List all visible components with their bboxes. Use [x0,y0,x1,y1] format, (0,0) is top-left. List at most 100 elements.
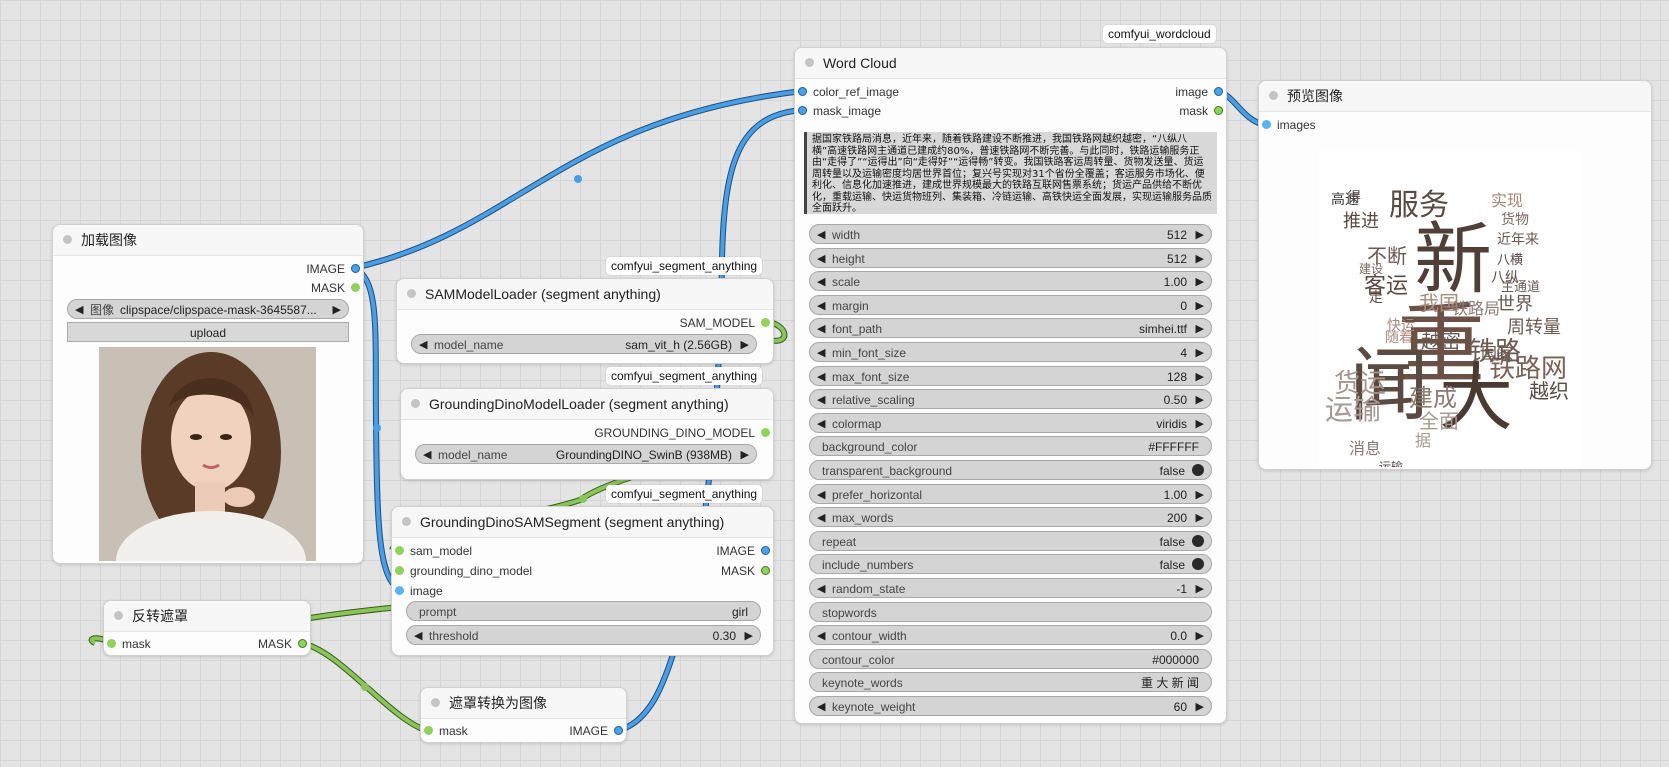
arrow-right-icon[interactable]: ▶ [1196,343,1204,363]
input-dot-icon[interactable] [395,546,404,555]
output-dot-icon[interactable] [1214,106,1223,115]
node-title[interactable]: GroundingDinoSAMSegment (segment anythin… [392,507,773,538]
arrow-left-icon[interactable]: ◀ [817,343,825,363]
arrow-right-icon[interactable]: ▶ [745,626,753,646]
node-title[interactable]: 遮罩转换为图像 [421,688,626,719]
input-dot-icon[interactable] [107,639,116,648]
arrow-left-icon[interactable]: ◀ [75,300,83,320]
node-title[interactable]: Word Cloud [795,48,1226,79]
link-midpoint[interactable] [373,424,381,432]
widget-width[interactable]: ◀ width 512 ▶ [809,224,1212,244]
text-input[interactable]: 据国家铁路局消息，近年来，随着铁路建设不断推进，我国铁路网越织越密，“八纵八横”… [804,132,1217,214]
preview-image-node[interactable]: 预览图像 images 新重闻大服务 铁路网 运输 铁路 建成 货运 客运 不断 推进 我国 世界周… [1258,80,1652,470]
input-images[interactable]: images [1259,117,1316,133]
link-midpoint[interactable] [361,683,369,691]
input-dot-icon[interactable] [798,106,807,115]
dino-model-name-selector[interactable]: ◀ model_name GroundingDINO_SwinB (938MB)… [415,444,757,464]
input-dot-icon[interactable] [798,87,807,96]
arrow-left-icon[interactable]: ◀ [817,296,825,316]
arrow-right-icon[interactable]: ▶ [333,300,341,320]
output-dot-icon[interactable] [761,428,770,437]
load-image-node[interactable]: 加载图像 IMAGE MASK ◀ 图像 clipspace/clipspace… [52,224,364,564]
input-mask-image[interactable]: mask_image [795,103,881,119]
arrow-left-icon[interactable]: ◀ [817,508,825,528]
toggle-icon[interactable] [1192,464,1204,476]
output-dot-icon[interactable] [351,264,360,273]
arrow-left-icon[interactable]: ◀ [817,319,825,339]
output-dot-icon[interactable] [761,566,770,575]
widget-include-numbers[interactable]: include_numbers false [809,554,1212,575]
collapse-dot-icon[interactable] [805,58,814,67]
arrow-right-icon[interactable]: ▶ [1196,579,1204,599]
input-grounding-dino-model[interactable]: grounding_dino_model [392,563,532,579]
widget-relative-scaling[interactable]: ◀ relative_scaling 0.50 ▶ [809,389,1212,410]
arrow-right-icon[interactable]: ▶ [1196,390,1204,410]
arrow-left-icon[interactable]: ◀ [817,390,825,410]
widget-min-font-size[interactable]: ◀ min_font_size 4 ▶ [809,342,1212,362]
arrow-left-icon[interactable]: ◀ [817,485,825,505]
output-dot-icon[interactable] [1214,87,1223,96]
output-dot-icon[interactable] [761,318,770,327]
arrow-right-icon[interactable]: ▶ [1196,414,1204,434]
invert-mask-node[interactable]: 反转遮罩 mask MASK [103,600,311,656]
collapse-dot-icon[interactable] [411,399,420,408]
grounding-dino-sam-segment-node[interactable]: GroundingDinoSAMSegment (segment anythin… [391,506,774,656]
collapse-dot-icon[interactable] [63,235,72,244]
output-mask[interactable]: mask [1179,103,1226,119]
widget-height[interactable]: ◀ height 512 ▶ [809,247,1212,269]
sam-model-name-selector[interactable]: ◀ model_name sam_vit_h (2.56GB) ▶ [411,334,757,354]
arrow-left-icon[interactable]: ◀ [817,579,825,599]
image-selector[interactable]: ◀ 图像 clipspace/clipspace-mask-3645587...… [67,299,349,319]
prompt-input[interactable]: prompt girl [406,601,761,621]
widget-background-color[interactable]: background_color #FFFFFF [809,436,1212,457]
node-title[interactable]: 加载图像 [53,225,363,256]
output-image[interactable]: IMAGE [306,261,363,277]
input-mask[interactable]: mask [104,636,151,652]
upload-button[interactable]: upload [67,322,349,342]
grounding-dino-loader-node[interactable]: GroundingDinoModelLoader (segment anythi… [400,388,774,480]
collapse-dot-icon[interactable] [431,698,440,707]
arrow-left-icon[interactable]: ◀ [817,626,825,646]
node-title[interactable]: SAMModelLoader (segment anything) [397,279,773,310]
arrow-left-icon[interactable]: ◀ [817,272,825,292]
output-sam-model[interactable]: SAM_MODEL [680,315,773,331]
arrow-right-icon[interactable]: ▶ [1196,626,1204,646]
widget-scale[interactable]: ◀ scale 1.00 ▶ [809,271,1212,292]
output-image[interactable]: IMAGE [716,543,773,559]
arrow-right-icon[interactable]: ▶ [1196,485,1204,505]
collapse-dot-icon[interactable] [1269,91,1278,100]
input-sam-model[interactable]: sam_model [392,543,472,559]
output-image[interactable]: image [1175,84,1226,100]
node-title[interactable]: 预览图像 [1259,81,1651,112]
widget-max-words[interactable]: ◀ max_words 200 ▶ [809,507,1212,528]
output-dot-icon[interactable] [351,283,360,292]
widget-max-font-size[interactable]: ◀ max_font_size 128 ▶ [809,365,1212,387]
arrow-left-icon[interactable]: ◀ [817,697,825,717]
widget-transparent-background[interactable]: transparent_background false [809,460,1212,480]
widget-keynote-weight[interactable]: ◀ keynote_weight 60 ▶ [809,696,1212,716]
arrow-left-icon[interactable]: ◀ [419,335,427,355]
widget-random-state[interactable]: ◀ random_state -1 ▶ [809,578,1212,598]
collapse-dot-icon[interactable] [114,611,123,620]
threshold-input[interactable]: ◀ threshold 0.30 ▶ [406,625,761,645]
arrow-left-icon[interactable]: ◀ [423,445,431,465]
output-mask[interactable]: MASK [311,280,363,296]
widget-prefer-horizontal[interactable]: ◀ prefer_horizontal 1.00 ▶ [809,483,1212,505]
arrow-right-icon[interactable]: ▶ [1196,697,1204,717]
output-mask[interactable]: MASK [721,563,773,579]
arrow-right-icon[interactable]: ▶ [1196,296,1204,316]
mask-to-image-node[interactable]: 遮罩转换为图像 mask IMAGE [420,687,627,743]
arrow-right-icon[interactable]: ▶ [1196,249,1204,269]
arrow-right-icon[interactable]: ▶ [1196,508,1204,528]
arrow-right-icon[interactable]: ▶ [1196,225,1204,245]
node-title[interactable]: 反转遮罩 [104,601,310,632]
widget-stopwords[interactable]: stopwords [809,601,1212,622]
widget-repeat[interactable]: repeat false [809,530,1212,551]
output-dot-icon[interactable] [614,726,623,735]
arrow-right-icon[interactable]: ▶ [1196,367,1204,387]
arrow-left-icon[interactable]: ◀ [414,626,422,646]
link-midpoint[interactable] [574,175,582,183]
input-dot-icon[interactable] [424,726,433,735]
widget-contour-color[interactable]: contour_color #000000 [809,648,1212,669]
input-dot-icon[interactable] [395,566,404,575]
